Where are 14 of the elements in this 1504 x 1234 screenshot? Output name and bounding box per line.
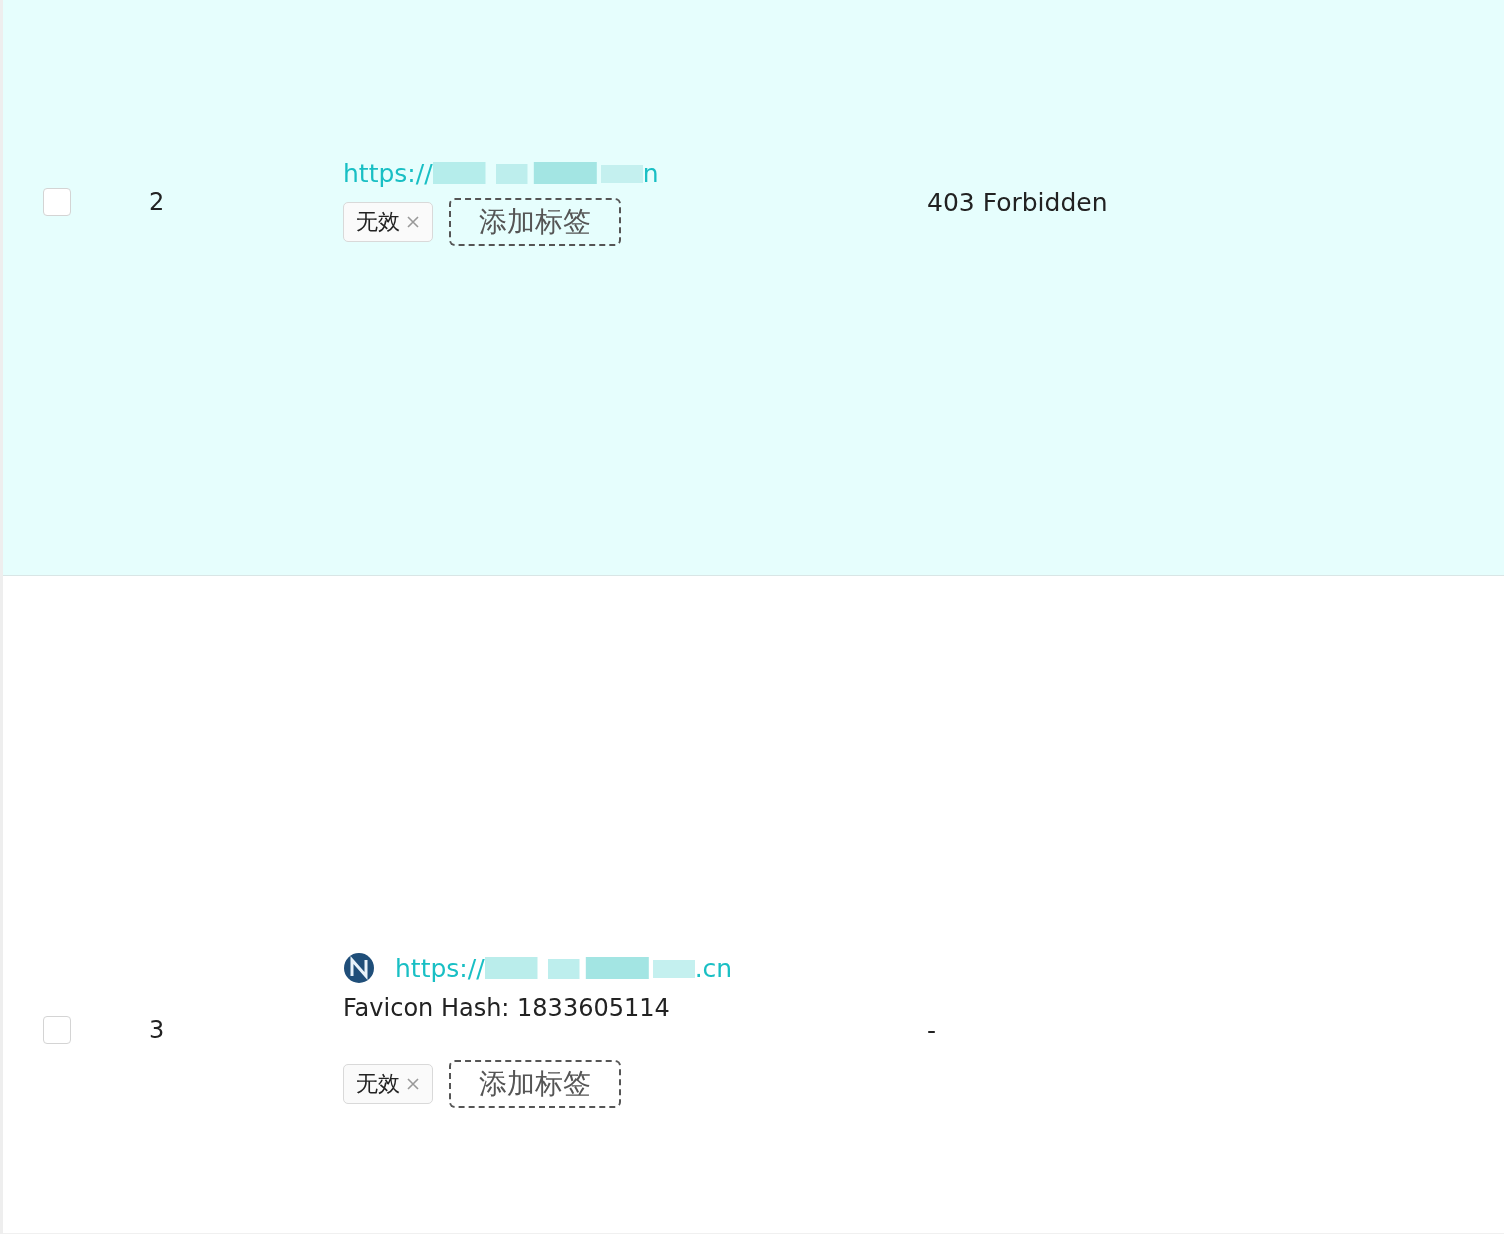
page-title: 403 Forbidden <box>926 187 1108 217</box>
favicon-hash: Favicon Hash: 1833605114 <box>343 994 670 1022</box>
row-checkbox[interactable] <box>43 1016 71 1044</box>
tag-label: 无效 <box>356 1070 400 1098</box>
tag-label: 无效 <box>356 207 400 236</box>
add-tag-button[interactable]: 添加标签 <box>449 1060 621 1108</box>
close-icon[interactable] <box>406 1077 420 1091</box>
close-icon[interactable] <box>406 214 420 229</box>
table-row[interactable]: 2 https:// n 无效 添加标签 403 Forbidden <box>3 0 1504 576</box>
add-tag-button[interactable]: 添加标签 <box>449 197 621 246</box>
row-checkbox[interactable] <box>43 188 71 216</box>
row-number: 2 <box>148 188 165 216</box>
page-title: - <box>926 1015 937 1045</box>
row-number: 3 <box>148 1016 165 1044</box>
